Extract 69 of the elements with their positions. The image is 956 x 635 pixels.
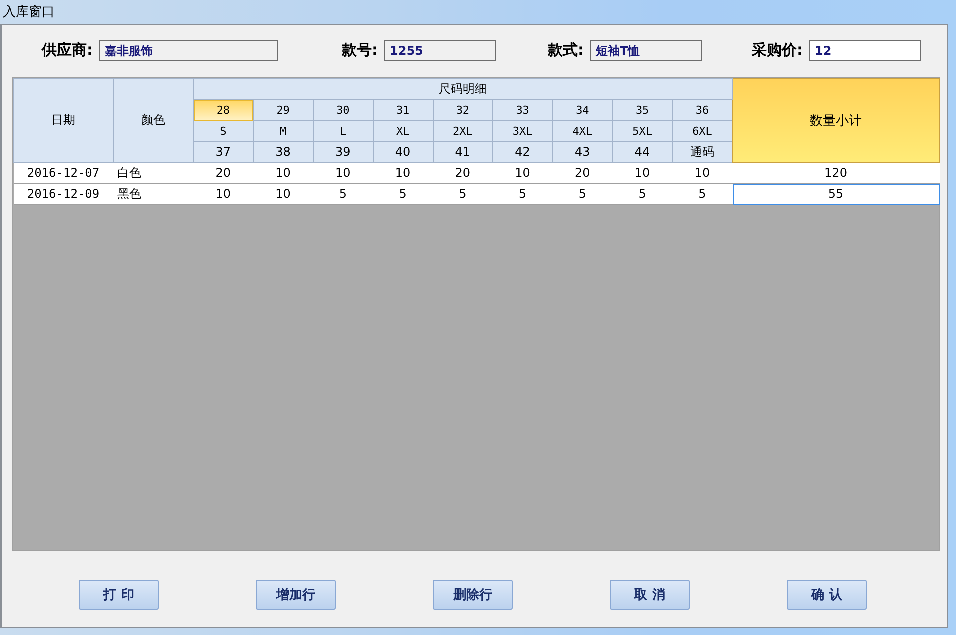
action-button[interactable]: 确 认 (787, 580, 867, 610)
column-header[interactable]: 38 (253, 142, 314, 162)
column-header[interactable]: 29 (253, 100, 314, 120)
column-header[interactable]: 33 (492, 100, 553, 120)
table-cell[interactable]: 55 (732, 184, 940, 204)
table-cell: 2016-12-09 (14, 184, 114, 204)
table-cell: 20 (552, 162, 613, 184)
column-header[interactable]: 39 (313, 142, 374, 162)
column-header[interactable]: M (253, 120, 314, 142)
action-button[interactable]: 删除行 (433, 580, 513, 610)
column-header[interactable]: 34 (552, 100, 613, 120)
input-field[interactable]: 短袖T恤 (590, 40, 702, 60)
table-cell[interactable]: 120 (732, 162, 940, 184)
table-cell: 2016-12-07 (14, 162, 114, 184)
input-field[interactable]: 12 (809, 40, 921, 60)
table-cell: 10 (313, 162, 374, 184)
column-header[interactable]: 30 (313, 100, 374, 120)
column-header[interactable]: 37 (194, 142, 254, 162)
action-button[interactable]: 取 消 (610, 580, 690, 610)
input-field[interactable]: 1255 (384, 40, 496, 60)
action-button[interactable]: 打 印 (79, 580, 159, 610)
column-header[interactable]: 数量小计 (732, 78, 940, 162)
table-cell: 10 (373, 162, 433, 184)
table-cell: 10 (492, 162, 553, 184)
table-cell: 5 (373, 184, 433, 204)
column-header[interactable]: 36 (672, 100, 732, 120)
column-header[interactable]: 通码 (672, 142, 732, 162)
column-header[interactable]: S (194, 120, 254, 142)
column-header[interactable]: 42 (492, 142, 553, 162)
column-header[interactable]: 3XL (492, 120, 553, 142)
table-cell: 10 (612, 162, 672, 184)
column-header[interactable]: 32 (433, 100, 493, 120)
column-header[interactable]: 颜色 (114, 78, 194, 162)
column-header[interactable]: 28 (194, 100, 254, 120)
table-cell: 20 (194, 162, 254, 184)
column-header[interactable]: 43 (552, 142, 613, 162)
table-cell: 5 (612, 184, 672, 204)
column-header[interactable]: L (313, 120, 374, 142)
column-header[interactable]: 6XL (672, 120, 732, 142)
table-cell: 10 (253, 184, 314, 204)
field-label: 采购价: (752, 40, 803, 60)
input-field[interactable]: 嘉非服饰 (99, 40, 278, 60)
column-header[interactable]: 4XL (552, 120, 613, 142)
column-header[interactable]: 31 (373, 100, 433, 120)
table-cell: 5 (552, 184, 613, 204)
column-header[interactable]: 44 (612, 142, 672, 162)
column-header[interactable]: 40 (373, 142, 433, 162)
window-title: 入库窗口 (3, 4, 55, 21)
column-header[interactable]: 35 (612, 100, 672, 120)
column-header[interactable]: 日期 (14, 78, 114, 162)
table-cell: 20 (433, 162, 493, 184)
column-header[interactable]: 5XL (612, 120, 672, 142)
column-group-header: 尺码明细 (194, 78, 732, 100)
field-label: 款号: (342, 40, 378, 60)
column-header[interactable]: 2XL (433, 120, 493, 142)
table-cell: 5 (492, 184, 553, 204)
column-header[interactable]: XL (373, 120, 433, 142)
table-cell: 10 (194, 184, 254, 204)
table-cell: 10 (253, 162, 314, 184)
table-cell: 10 (672, 162, 732, 184)
field-label: 供应商: (42, 40, 93, 60)
table-cell: 黑色 (114, 184, 194, 204)
field-label: 款式: (548, 40, 584, 60)
table-cell: 5 (672, 184, 732, 204)
table-cell: 白色 (114, 162, 194, 184)
column-header[interactable]: 41 (433, 142, 493, 162)
table-cell: 5 (433, 184, 493, 204)
action-button[interactable]: 增加行 (256, 580, 336, 610)
table-cell: 5 (313, 184, 374, 204)
